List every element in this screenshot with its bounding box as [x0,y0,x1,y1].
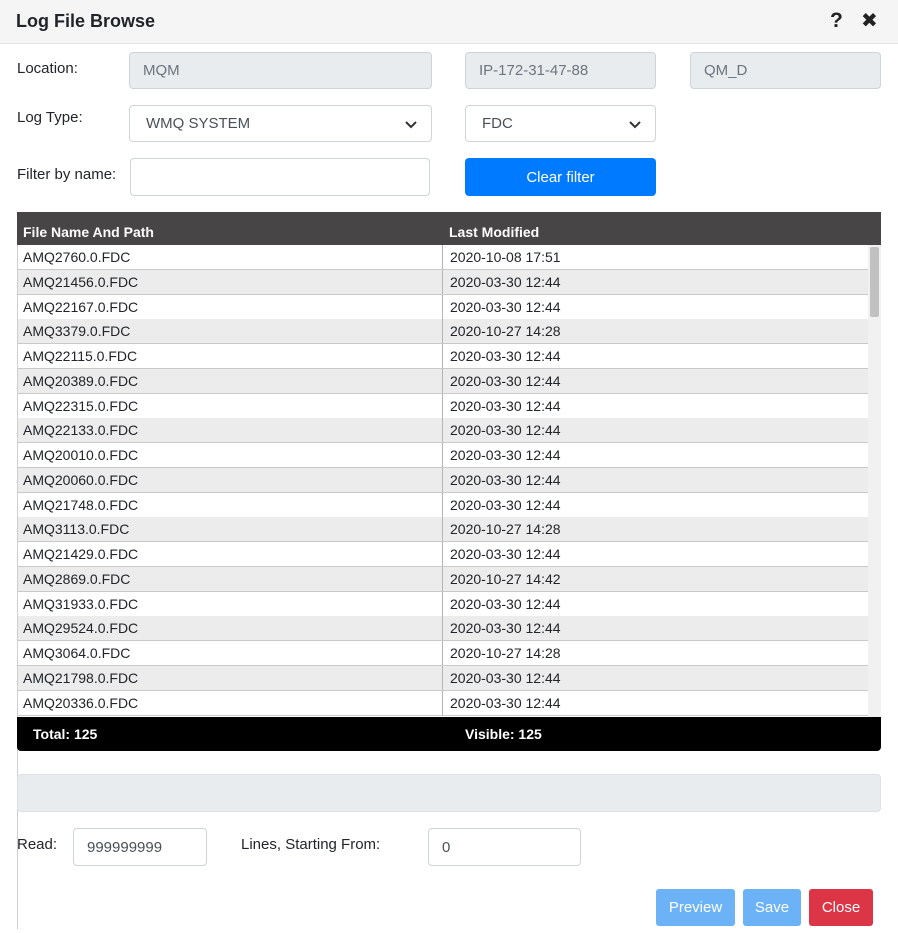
last-modified-cell: 2020-10-27 14:42 [442,566,561,591]
last-modified-cell: 2020-03-30 12:44 [442,294,561,319]
table-body: AMQ2760.0.FDC 2020-10-08 17:51 AMQ21456.0.… [17,245,881,929]
file-name-cell: AMQ22315.0.FDC [23,397,139,414]
chevron-down-icon [629,120,641,128]
last-modified-cell: 2020-03-30 12:44 [442,690,561,715]
visible-count: Visible: 125 [465,726,542,742]
column-header-file-name[interactable]: File Name And Path [23,224,154,240]
log-type-label: Log Type: [17,109,83,126]
file-name-cell: AMQ20010.0.FDC [23,447,139,463]
last-modified-cell: 2020-03-30 12:44 [442,344,561,368]
start-line-input[interactable] [428,828,581,866]
close-button[interactable]: Close [809,889,873,926]
file-name-cell: AMQ20336.0.FDC [23,694,139,711]
last-modified-cell: 2020-10-27 14:28 [442,517,561,542]
file-name-cell: AMQ22133.0.FDC [23,422,139,439]
table-row[interactable]: AMQ3064.0.FDC 2020-10-27 14:28 [18,641,869,666]
file-type-select[interactable]: FDC [465,105,656,142]
lines-starting-from-label: Lines, Starting From: [241,836,381,853]
last-modified-cell: 2020-03-30 12:44 [442,591,561,616]
file-name-cell: AMQ3379.0.FDC [23,323,131,340]
table-header: File Name And Path Last Modified [17,212,881,245]
table-row[interactable]: AMQ21798.0.FDC 2020-03-30 12:44 [18,665,869,691]
table-scrollbar-thumb[interactable] [870,247,879,317]
last-modified-cell: 2020-03-30 12:44 [442,269,561,294]
file-name-cell: AMQ21429.0.FDC [23,546,139,562]
filter-input[interactable] [130,158,430,196]
table-row[interactable]: AMQ20010.0.FDC 2020-03-30 12:44 [18,443,869,468]
table-row[interactable]: AMQ29524.0.FDC 2020-03-30 12:44 [18,616,869,642]
preview-area [17,774,881,812]
last-modified-cell: 2020-03-30 12:44 [442,443,561,467]
table-row[interactable]: AMQ21429.0.FDC 2020-03-30 12:44 [18,542,869,567]
table-row[interactable]: AMQ20336.0.FDC 2020-03-30 12:44 [18,690,869,716]
last-modified-cell: 2020-03-30 12:44 [442,393,561,418]
file-name-cell: AMQ21748.0.FDC [23,496,139,513]
last-modified-cell: 2020-03-30 12:44 [442,492,561,517]
last-modified-cell: 2020-03-30 12:44 [442,418,561,443]
last-modified-cell: 2020-03-30 12:44 [442,467,561,492]
preview-button[interactable]: Preview [656,889,735,926]
table-row[interactable]: AMQ20060.0.FDC 2020-03-30 12:44 [18,467,869,493]
help-icon[interactable]: ? [830,9,843,33]
last-modified-cell: 2020-03-30 12:44 [442,368,561,393]
file-name-cell: AMQ3113.0.FDC [23,521,130,538]
table-row[interactable]: AMQ3113.0.FDC 2020-10-27 14:28 [18,517,869,543]
total-count: Total: 125 [33,726,98,742]
file-name-cell: AMQ29524.0.FDC [23,620,139,637]
chevron-down-icon [405,120,417,128]
last-modified-cell: 2020-10-27 14:28 [442,641,561,665]
queue-manager-field: QM_D [690,52,881,89]
log-type-selected-value: WMQ SYSTEM [146,115,251,132]
table-row[interactable]: AMQ21456.0.FDC 2020-03-30 12:44 [18,269,869,295]
file-name-cell: AMQ31933.0.FDC [23,595,139,612]
last-modified-cell: 2020-10-08 17:51 [442,245,561,269]
table-row[interactable]: AMQ3379.0.FDC 2020-10-27 14:28 [18,319,869,345]
filter-label: Filter by name: [17,166,117,183]
read-label: Read: [17,836,58,853]
last-modified-cell: 2020-03-30 12:44 [442,542,561,566]
table-row[interactable]: AMQ2760.0.FDC 2020-10-08 17:51 [18,245,869,270]
file-name-cell: AMQ2869.0.FDC [23,570,131,587]
table-row[interactable]: AMQ22167.0.FDC 2020-03-30 12:44 [18,294,869,320]
file-type-selected-value: FDC [482,115,513,132]
file-name-cell: AMQ20060.0.FDC [23,471,139,488]
table-row[interactable]: AMQ31933.0.FDC 2020-03-30 12:44 [18,591,869,617]
log-type-select[interactable]: WMQ SYSTEM [129,105,432,142]
table-row[interactable]: AMQ2869.0.FDC 2020-10-27 14:42 [18,566,869,592]
table-row[interactable]: AMQ22115.0.FDC 2020-03-30 12:44 [18,344,869,369]
file-name-cell: AMQ21456.0.FDC [23,273,139,290]
file-name-cell: AMQ21798.0.FDC [23,669,139,686]
table-footer: Total: 125 Visible: 125 [17,717,881,751]
dialog-titlebar: Log File Browse ? ✖ [0,0,898,44]
log-file-table: File Name And Path Last Modified AMQ2760… [17,212,881,929]
read-lines-input[interactable] [73,828,207,866]
file-name-cell: AMQ22115.0.FDC [23,348,138,364]
file-name-cell: AMQ3064.0.FDC [23,645,131,661]
dialog-title: Log File Browse [16,11,156,31]
close-icon[interactable]: ✖ [861,9,878,33]
last-modified-cell: 2020-03-30 12:44 [442,616,561,641]
table-row[interactable]: AMQ22315.0.FDC 2020-03-30 12:44 [18,393,869,419]
column-header-last-modified[interactable]: Last Modified [449,224,539,240]
table-row[interactable]: AMQ22133.0.FDC 2020-03-30 12:44 [18,418,869,444]
last-modified-cell: 2020-10-27 14:28 [442,319,561,344]
clear-filter-button[interactable]: Clear filter [465,158,656,196]
table-row[interactable]: AMQ20389.0.FDC 2020-03-30 12:44 [18,368,869,394]
last-modified-cell: 2020-03-30 12:44 [442,665,561,690]
host-field: IP-172-31-47-88 [465,52,656,89]
file-name-cell: AMQ20389.0.FDC [23,372,139,389]
location-label: Location: [17,60,78,77]
table-row[interactable]: AMQ21748.0.FDC 2020-03-30 12:44 [18,492,869,518]
location-field: MQM [129,52,432,89]
file-name-cell: AMQ2760.0.FDC [23,249,131,265]
file-name-cell: AMQ22167.0.FDC [23,298,139,315]
save-button[interactable]: Save [743,889,801,926]
